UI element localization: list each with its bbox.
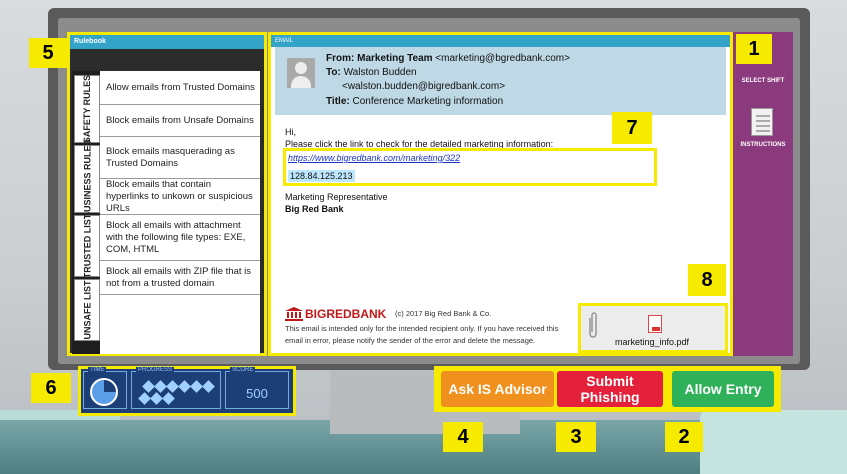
paperclip-icon — [587, 310, 599, 340]
bank-logo-text: BIGREDBANK — [305, 307, 387, 321]
hud-frame: TIME PROGRESS SCORE 500 — [78, 366, 296, 416]
pdf-icon — [648, 315, 662, 333]
sender-avatar — [287, 58, 315, 88]
ask-button-frame: Ask IS Advisor — [434, 366, 561, 412]
progress-diamond-icon — [178, 380, 191, 393]
rulebook-panel: Rulebook SAFETY RULES BUSINESS RULES TRU… — [67, 32, 267, 356]
instructions-label[interactable]: INSTRUCTIONS — [733, 142, 793, 148]
submit-button-frame: Submit Phishing — [554, 366, 666, 412]
email-link[interactable]: https://www.bigredbank.com/marketing/322 — [288, 153, 460, 163]
email-meta: From: Marketing Team <marketing@bgredban… — [275, 47, 726, 115]
rule-item: Allow emails from Trusted Domains — [100, 71, 260, 105]
attachment[interactable]: marketing_info.pdf — [578, 303, 728, 353]
score-label: SCORE — [230, 367, 256, 373]
tab-unsafe-list[interactable]: UNSAFE LIST — [74, 279, 100, 341]
tab-trusted-list[interactable]: TRUSTED LIST — [74, 214, 100, 278]
hud-panel: TIME PROGRESS SCORE 500 — [81, 367, 293, 413]
rule-item: Block all emails with ZIP file that is n… — [100, 261, 260, 295]
to-name: Walston Budden — [343, 67, 417, 78]
tab-business-rules[interactable]: BUSINESS RULES — [74, 139, 100, 219]
rulebook-tabs: SAFETY RULES BUSINESS RULES TRUSTED LIST… — [72, 71, 100, 354]
progress-diamond-icon — [190, 380, 203, 393]
time-label: TIME — [88, 367, 107, 373]
rule-item: Block emails masquerading as Trusted Dom… — [100, 137, 260, 179]
callout-8: 8 — [688, 264, 726, 296]
submit-phishing-button[interactable]: Submit Phishing — [557, 371, 663, 407]
rule-item: Block emails from Unsafe Domains — [100, 105, 260, 137]
allow-button-frame: Allow Entry — [665, 366, 781, 412]
progress-section: PROGRESS — [131, 367, 221, 409]
link-ip-address: 128.84.125.213 — [288, 170, 355, 182]
from-address: <marketing@bgredbank.com> — [435, 53, 570, 64]
from-line: From: Marketing Team <marketing@bgredban… — [326, 53, 570, 64]
email-header-bar: EMAIL — [271, 35, 730, 47]
title-line: Title: Conference Marketing information — [326, 96, 504, 107]
to-address: <walston.budden@bigredbank.com> — [342, 81, 506, 92]
callout-2: 2 — [665, 422, 703, 452]
callout-3: 3 — [556, 422, 596, 452]
disclaimer-line-2: email in error, please notify the sender… — [285, 336, 536, 345]
to-line: To: Walston Budden — [326, 67, 417, 78]
rule-item: Block all emails with attachment with th… — [100, 215, 260, 261]
callout-6: 6 — [31, 373, 71, 403]
copyright: (c) 2017 Big Red Bank & Co. — [395, 309, 492, 318]
select-shift-button[interactable]: SELECT SHIFT — [733, 78, 793, 84]
progress-label: PROGRESS — [136, 367, 175, 373]
from-name: Marketing Team — [357, 53, 433, 64]
progress-diamond-icon — [202, 380, 215, 393]
rule-list: Allow emails from Trusted Domains Block … — [100, 71, 260, 354]
progress-diamond-icon — [162, 392, 175, 405]
desk-right — [700, 410, 847, 474]
signature-role: Marketing Representative — [285, 192, 388, 202]
signature-org: Big Red Bank — [285, 204, 344, 214]
greeting: Hi, — [285, 127, 296, 137]
email-panel: EMAIL From: Marketing Team <marketing@bg… — [268, 32, 733, 356]
right-sidebar: SELECT SHIFT INSTRUCTIONS — [733, 32, 793, 356]
instructions-icon[interactable] — [751, 108, 773, 136]
attachment-filename: marketing_info.pdf — [615, 337, 690, 347]
disclaimer-line-1: This email is intended only for the inte… — [285, 324, 559, 333]
bank-logo-icon — [285, 307, 303, 321]
timer-icon — [90, 378, 118, 406]
callout-5: 5 — [29, 38, 67, 68]
rule-item: Block emails that contain hyperlinks to … — [100, 179, 260, 215]
callout-1: 1 — [736, 34, 772, 64]
rulebook-title: Rulebook — [70, 35, 264, 49]
email-subject: Conference Marketing information — [352, 96, 504, 107]
tab-safety-rules[interactable]: SAFETY RULES — [74, 75, 100, 143]
score-value: 500 — [246, 386, 268, 401]
allow-entry-button[interactable]: Allow Entry — [672, 371, 774, 407]
time-section: TIME — [83, 367, 127, 409]
callout-4: 4 — [443, 422, 483, 452]
link-highlight-box: https://www.bigredbank.com/marketing/322… — [283, 148, 657, 186]
ask-is-advisor-button[interactable]: Ask IS Advisor — [441, 371, 554, 407]
score-section: SCORE 500 — [225, 367, 289, 409]
progress-diamond-icon — [150, 392, 163, 405]
callout-7: 7 — [612, 112, 652, 144]
progress-diamond-icon — [138, 392, 151, 405]
